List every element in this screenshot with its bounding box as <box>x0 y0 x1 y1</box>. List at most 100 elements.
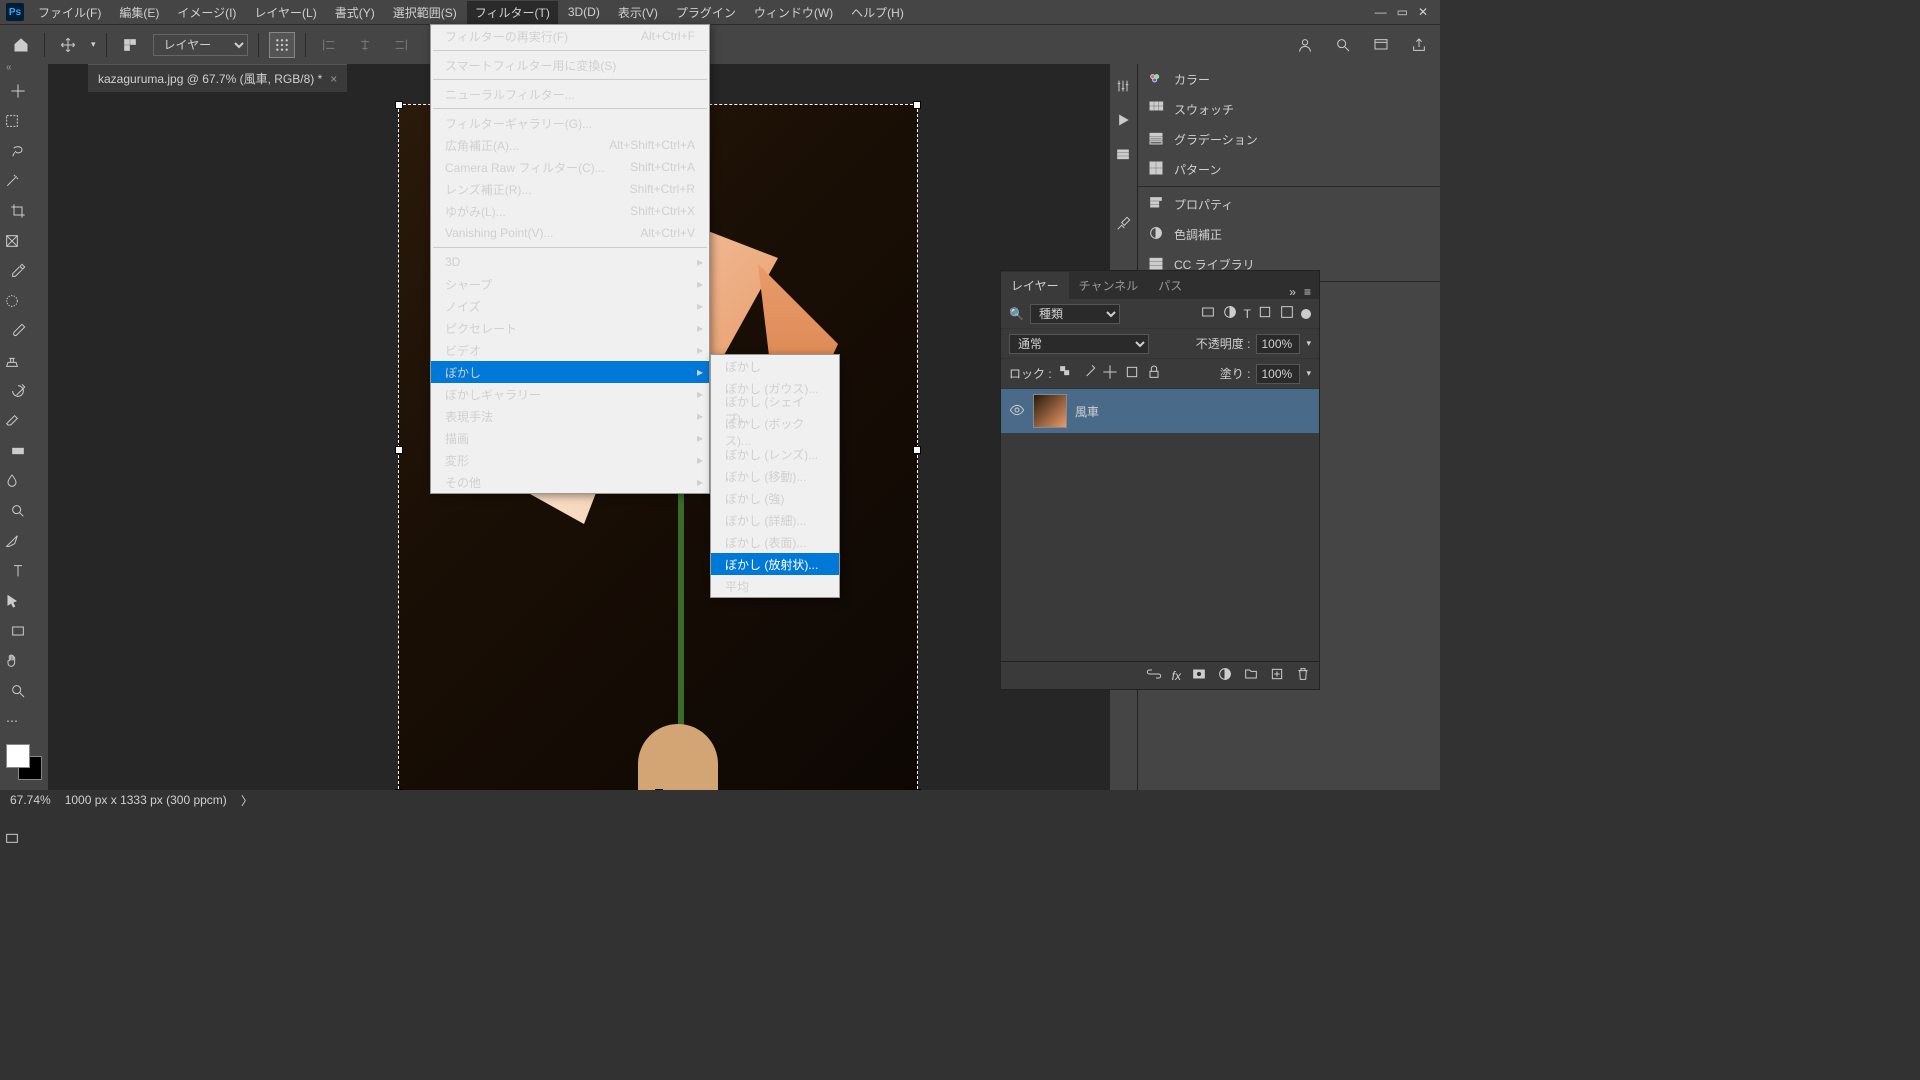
mask-icon[interactable] <box>1191 666 1207 685</box>
document-tab[interactable]: kazaguruma.jpg @ 67.7% (風車, RGB/8) * × <box>88 64 347 92</box>
menu-item[interactable]: 表現手法▸ <box>431 405 709 427</box>
search-icon[interactable] <box>1330 32 1356 58</box>
move-tool-icon[interactable] <box>6 79 30 103</box>
panel-item-3[interactable]: パターン <box>1138 154 1440 184</box>
menu-window[interactable]: ウィンドウ(W) <box>746 1 841 24</box>
menu-edit[interactable]: 編集(E) <box>111 1 167 24</box>
minimize-icon[interactable]: — <box>1375 5 1387 19</box>
spot-heal-tool-icon[interactable] <box>0 289 24 313</box>
filter-kind-select[interactable]: 種類 <box>1030 304 1120 324</box>
filter-pixel-icon[interactable] <box>1200 304 1216 323</box>
submenu-item[interactable]: ぼかし (移動)... <box>711 465 839 487</box>
tab-layers[interactable]: レイヤー <box>1001 272 1069 299</box>
submenu-item[interactable]: ぼかし (ボックス)... <box>711 421 839 443</box>
filter-type-icon[interactable]: T <box>1244 307 1251 321</box>
actions-icon[interactable] <box>1115 112 1133 130</box>
close-tab-icon[interactable]: × <box>330 72 337 86</box>
menu-item[interactable]: 描画▸ <box>431 427 709 449</box>
rectangle-tool-icon[interactable] <box>6 619 30 643</box>
handle-mr[interactable] <box>913 446 921 454</box>
chevron-down-icon[interactable]: ▾ <box>1306 368 1311 379</box>
menu-item[interactable]: 変形▸ <box>431 449 709 471</box>
lasso-tool-icon[interactable] <box>6 139 30 163</box>
auto-select-icon[interactable] <box>117 32 143 58</box>
layer-name[interactable]: 風車 <box>1075 403 1099 420</box>
menu-type[interactable]: 書式(Y) <box>327 1 383 24</box>
submenu-item[interactable]: 平均 <box>711 575 839 597</box>
handle-tl[interactable] <box>395 101 403 109</box>
menu-item[interactable]: Vanishing Point(V)...Alt+Ctrl+V <box>431 222 709 244</box>
align-right-icon[interactable] <box>388 32 414 58</box>
type-tool-icon[interactable] <box>6 559 30 583</box>
layer-row[interactable]: 風車 <box>1001 389 1319 433</box>
menu-item[interactable]: ビデオ▸ <box>431 339 709 361</box>
chevron-down-icon[interactable]: ▾ <box>1306 338 1311 349</box>
submenu-item[interactable]: ぼかし (詳細)... <box>711 509 839 531</box>
library-icon[interactable] <box>1115 146 1133 164</box>
new-layer-icon[interactable] <box>1269 666 1285 685</box>
lock-transparent-icon[interactable] <box>1058 364 1074 383</box>
submenu-item[interactable]: ぼかし (表面)... <box>711 531 839 553</box>
menu-item[interactable]: ピクセレート▸ <box>431 317 709 339</box>
filter-smart-icon[interactable] <box>1279 304 1295 323</box>
menu-item[interactable]: ぼかしギャラリー▸ <box>431 383 709 405</box>
menu-filter[interactable]: フィルター(T) <box>467 1 558 24</box>
pen-tool-icon[interactable] <box>0 529 24 553</box>
tab-channels[interactable]: チャンネル <box>1069 272 1149 299</box>
menu-item[interactable]: スマートフィルター用に変換(S) <box>431 54 709 76</box>
transform-controls-checkbox[interactable] <box>269 32 295 58</box>
handle-ml[interactable] <box>395 446 403 454</box>
menu-3d[interactable]: 3D(D) <box>560 2 608 22</box>
menu-item[interactable]: Camera Raw フィルター(C)...Shift+Ctrl+A <box>431 156 709 178</box>
handle-tr[interactable] <box>913 101 921 109</box>
panel-item-0[interactable]: カラー <box>1138 64 1440 94</box>
menu-item[interactable]: フィルターギャラリー(G)... <box>431 112 709 134</box>
menu-item[interactable]: 3D▸ <box>431 251 709 273</box>
menu-image[interactable]: イメージ(I) <box>169 1 244 24</box>
move-tool-icon[interactable] <box>55 32 81 58</box>
submenu-item[interactable]: ぼかし (放射状)... <box>711 553 839 575</box>
zoom-tool-icon[interactable] <box>6 679 30 703</box>
home-icon[interactable] <box>8 32 34 58</box>
submenu-item[interactable]: ぼかし (強) <box>711 487 839 509</box>
menu-item[interactable]: ニューラルフィルター... <box>431 83 709 105</box>
link-layers-icon[interactable] <box>1146 666 1162 685</box>
blur-tool-icon[interactable] <box>0 469 24 493</box>
blend-mode-select[interactable]: 通常 <box>1009 334 1149 354</box>
menu-layer[interactable]: レイヤー(L) <box>246 1 324 24</box>
adjustment-layer-icon[interactable] <box>1217 666 1233 685</box>
submenu-item[interactable]: ぼかし <box>711 355 839 377</box>
lock-artboard-icon[interactable] <box>1124 364 1140 383</box>
menu-plugin[interactable]: プラグイン <box>668 1 744 24</box>
filter-toggle-icon[interactable] <box>1301 309 1311 319</box>
close-icon[interactable]: ✕ <box>1418 5 1428 19</box>
status-chevron-icon[interactable]: 〉 <box>241 792 253 809</box>
menu-item[interactable]: ぼかし▸ <box>431 361 709 383</box>
color-swatch[interactable] <box>6 744 42 780</box>
maximize-icon[interactable]: ▭ <box>1397 5 1408 19</box>
lock-all-icon[interactable] <box>1146 364 1162 383</box>
frame-tool-icon[interactable] <box>0 229 24 253</box>
screen-mode-icon[interactable] <box>0 827 24 851</box>
menu-file[interactable]: ファイル(F) <box>30 1 109 24</box>
opacity-input[interactable] <box>1256 334 1300 354</box>
menu-view[interactable]: 表示(V) <box>610 1 666 24</box>
group-icon[interactable] <box>1243 666 1259 685</box>
hand-tool-icon[interactable] <box>0 649 24 673</box>
chevron-down-icon[interactable]: ▾ <box>91 39 96 50</box>
fill-input[interactable] <box>1256 364 1300 384</box>
dodge-tool-icon[interactable] <box>6 499 30 523</box>
brush-tool-icon[interactable] <box>6 319 30 343</box>
panel-item-2[interactable]: グラデーション <box>1138 124 1440 154</box>
eraser-tool-icon[interactable] <box>0 409 24 433</box>
panel-item-6[interactable]: 色調補正 <box>1138 219 1440 249</box>
lock-position-icon[interactable] <box>1102 364 1118 383</box>
menu-item[interactable]: フィルターの再実行(F)Alt+Ctrl+F <box>431 25 709 47</box>
fx-icon[interactable]: fx <box>1172 669 1181 683</box>
menu-item[interactable]: その他▸ <box>431 471 709 493</box>
layer-select[interactable]: レイヤー <box>153 34 248 56</box>
menu-select[interactable]: 選択範囲(S) <box>385 1 465 24</box>
brushes-icon[interactable] <box>1115 216 1133 234</box>
menu-item[interactable]: ノイズ▸ <box>431 295 709 317</box>
menu-item[interactable]: レンズ補正(R)...Shift+Ctrl+R <box>431 178 709 200</box>
